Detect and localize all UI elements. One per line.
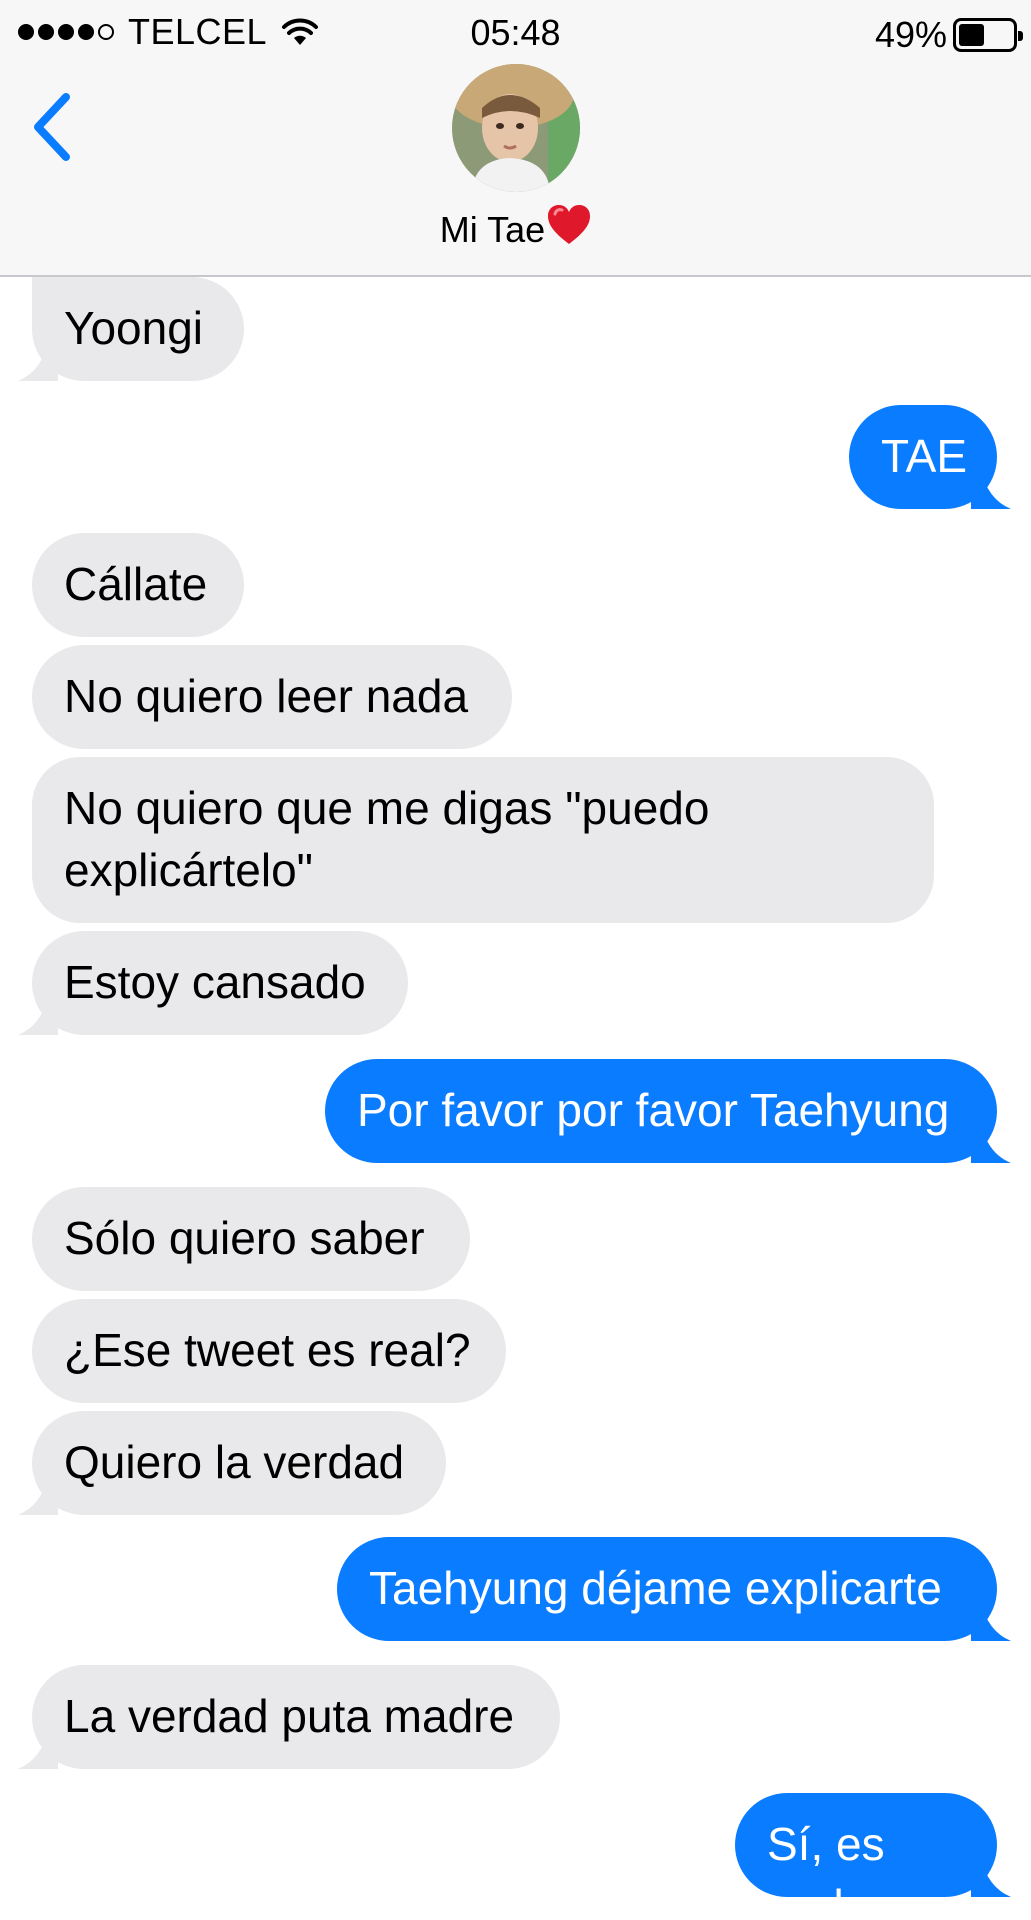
- status-bar: TELCEL 05:48 49%: [0, 0, 1031, 62]
- received-message: Yoongi: [18, 277, 244, 381]
- contact-name[interactable]: Mi Tae: [0, 204, 1031, 251]
- battery-fill: [959, 24, 984, 46]
- sent-message: Sí, es real: [735, 1793, 1011, 1920]
- received-message: Quiero la verdad: [18, 1411, 446, 1515]
- back-button[interactable]: [22, 82, 82, 172]
- received-message: ¿Ese tweet es real?: [32, 1299, 506, 1403]
- contact-avatar[interactable]: [452, 64, 580, 192]
- bubble-tail: [971, 1857, 1011, 1897]
- message-text: Por favor por favor Taehyung: [357, 1084, 950, 1136]
- contact-name-text: Mi Tae: [439, 209, 546, 250]
- message-text: Sí, es real: [767, 1818, 885, 1920]
- sent-message: TAE: [849, 405, 1011, 509]
- message-text: Sólo quiero saber: [64, 1212, 425, 1264]
- bubble-tail: [971, 1601, 1011, 1641]
- sent-message: Por favor por favor Taehyung: [325, 1059, 1011, 1163]
- message-text: Taehyung déjame explicarte: [369, 1562, 942, 1614]
- message-text: TAE: [881, 430, 968, 482]
- message-text: Yoongi: [64, 302, 204, 354]
- message-text: No quiero que me digas "puedo explicárte…: [64, 782, 710, 896]
- bubble-tail: [18, 1475, 58, 1515]
- bubble-tail: [18, 995, 58, 1035]
- received-message: La verdad puta madre: [18, 1665, 560, 1769]
- status-right: 49%: [874, 14, 1023, 56]
- bubble-tail: [971, 469, 1011, 509]
- message-text: Quiero la verdad: [64, 1436, 405, 1488]
- received-message: No quiero que me digas "puedo explicárte…: [32, 757, 934, 923]
- message-text: No quiero leer nada: [64, 670, 469, 722]
- message-text: La verdad puta madre: [64, 1690, 515, 1742]
- battery-percent: 49%: [874, 14, 947, 55]
- message-thread[interactable]: Yoongi TAE Cállate No quiero leer nada N…: [0, 277, 1031, 1920]
- received-message: Cállate: [32, 533, 244, 637]
- received-message: Estoy cansado: [18, 931, 408, 1035]
- chevron-left-icon: [34, 93, 70, 161]
- message-text: Estoy cansado: [64, 956, 366, 1008]
- received-message: No quiero leer nada: [32, 645, 512, 749]
- received-message: Sólo quiero saber: [32, 1187, 470, 1291]
- conversation-header: Mi Tae: [0, 62, 1031, 277]
- message-text: ¿Ese tweet es real?: [64, 1324, 471, 1376]
- sent-message: Taehyung déjame explicarte: [337, 1537, 1011, 1641]
- bubble-tail: [18, 1729, 58, 1769]
- message-text: Cállate: [64, 558, 208, 610]
- red-heart-icon: [548, 205, 591, 244]
- battery-nub: [1018, 31, 1023, 41]
- bubble-tail: [971, 1123, 1011, 1163]
- bubble-tail: [18, 341, 58, 381]
- battery-icon: [953, 18, 1023, 52]
- avatar-photo: [452, 64, 580, 192]
